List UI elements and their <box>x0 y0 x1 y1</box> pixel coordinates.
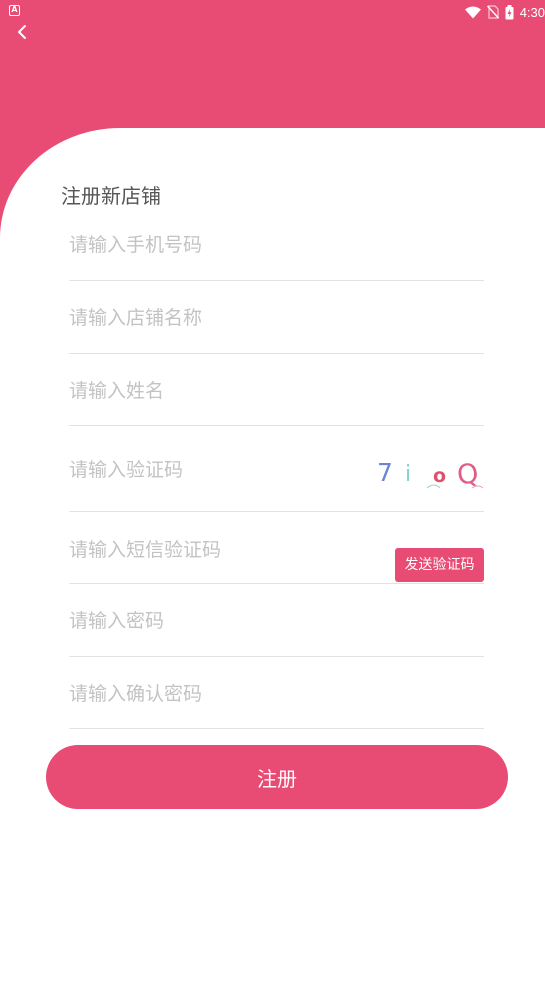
status-bar: A 4:30 <box>0 0 545 24</box>
name-input[interactable] <box>69 380 369 402</box>
sms-code-input[interactable] <box>69 539 379 561</box>
register-button[interactable]: 注册 <box>46 745 508 809</box>
status-icons: 4:30 <box>464 3 545 21</box>
captcha-field: 7 i o Q <box>69 437 484 512</box>
phone-input[interactable] <box>69 234 369 256</box>
captcha-char: i <box>405 462 411 487</box>
password-field <box>69 594 484 657</box>
store-name-input[interactable] <box>69 307 369 329</box>
chevron-left-icon <box>18 25 26 39</box>
captcha-char: Q <box>455 458 480 491</box>
page-title: 注册新店铺 <box>61 184 161 208</box>
wifi-icon <box>464 6 481 18</box>
store-name-field <box>69 291 484 354</box>
captcha-char: o <box>433 465 446 487</box>
phone-field <box>69 218 484 281</box>
confirm-password-input[interactable] <box>69 683 369 705</box>
notification-a-icon: A <box>9 5 20 16</box>
name-field <box>69 364 484 426</box>
captcha-image[interactable]: 7 i o Q <box>372 451 484 491</box>
status-time: 4:30 <box>519 4 545 20</box>
confirm-password-field <box>69 667 484 729</box>
battery-charging-icon <box>505 4 514 19</box>
send-code-button[interactable]: 发送验证码 <box>395 548 484 582</box>
password-input[interactable] <box>69 610 369 632</box>
back-button[interactable] <box>10 20 34 44</box>
captcha-char: 7 <box>377 458 393 487</box>
captcha-input[interactable] <box>69 459 349 481</box>
no-sim-icon <box>486 5 499 19</box>
